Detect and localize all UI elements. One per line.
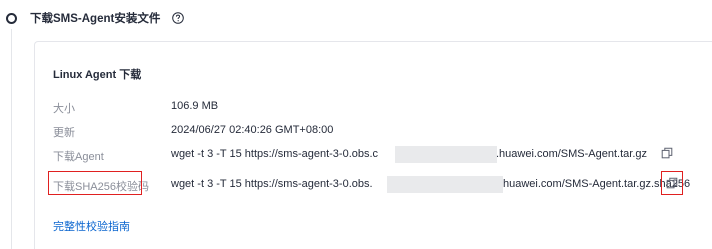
agent-command-prefix[interactable]: wget -t 3 -T 15 https://sms-agent-3-0.ob… — [171, 148, 378, 160]
updated-value: 2024/06/27 02:40:26 GMT+08:00 — [171, 124, 334, 136]
size-value: 106.9 MB — [171, 100, 219, 112]
sha256-command-redaction — [387, 176, 503, 193]
sha256-label-highlight — [48, 171, 142, 195]
step-title: 下载SMS-Agent安装文件 — [30, 13, 161, 25]
copy-agent-command-icon[interactable] — [661, 147, 673, 159]
download-agent-label: 下载Agent — [53, 151, 104, 163]
integrity-check-guide-link[interactable]: 完整性校验指南 — [53, 218, 130, 234]
step-header: 下载SMS-Agent安装文件 — [6, 8, 185, 28]
sha256-command-prefix[interactable]: wget -t 3 -T 15 https://sms-agent-3-0.ob… — [171, 178, 373, 190]
question-circle-icon[interactable] — [172, 12, 185, 24]
agent-download-card: Linux Agent 下载 大小 106.9 MB 更新 2024/06/27… — [34, 41, 712, 249]
agent-command-redaction — [395, 146, 497, 163]
page: 下载SMS-Agent安装文件 Linux Agent 下载 大小 106.9 … — [0, 0, 712, 249]
step-connector-line — [11, 29, 12, 249]
card-title: Linux Agent 下载 — [53, 69, 142, 81]
updated-label: 更新 — [53, 127, 75, 139]
agent-command-suffix[interactable]: .huawei.com/SMS-Agent.tar.gz — [496, 148, 647, 160]
copy-sha256-command-icon[interactable] — [666, 177, 678, 189]
step-indicator-dot — [6, 12, 17, 24]
size-label: 大小 — [53, 103, 75, 115]
